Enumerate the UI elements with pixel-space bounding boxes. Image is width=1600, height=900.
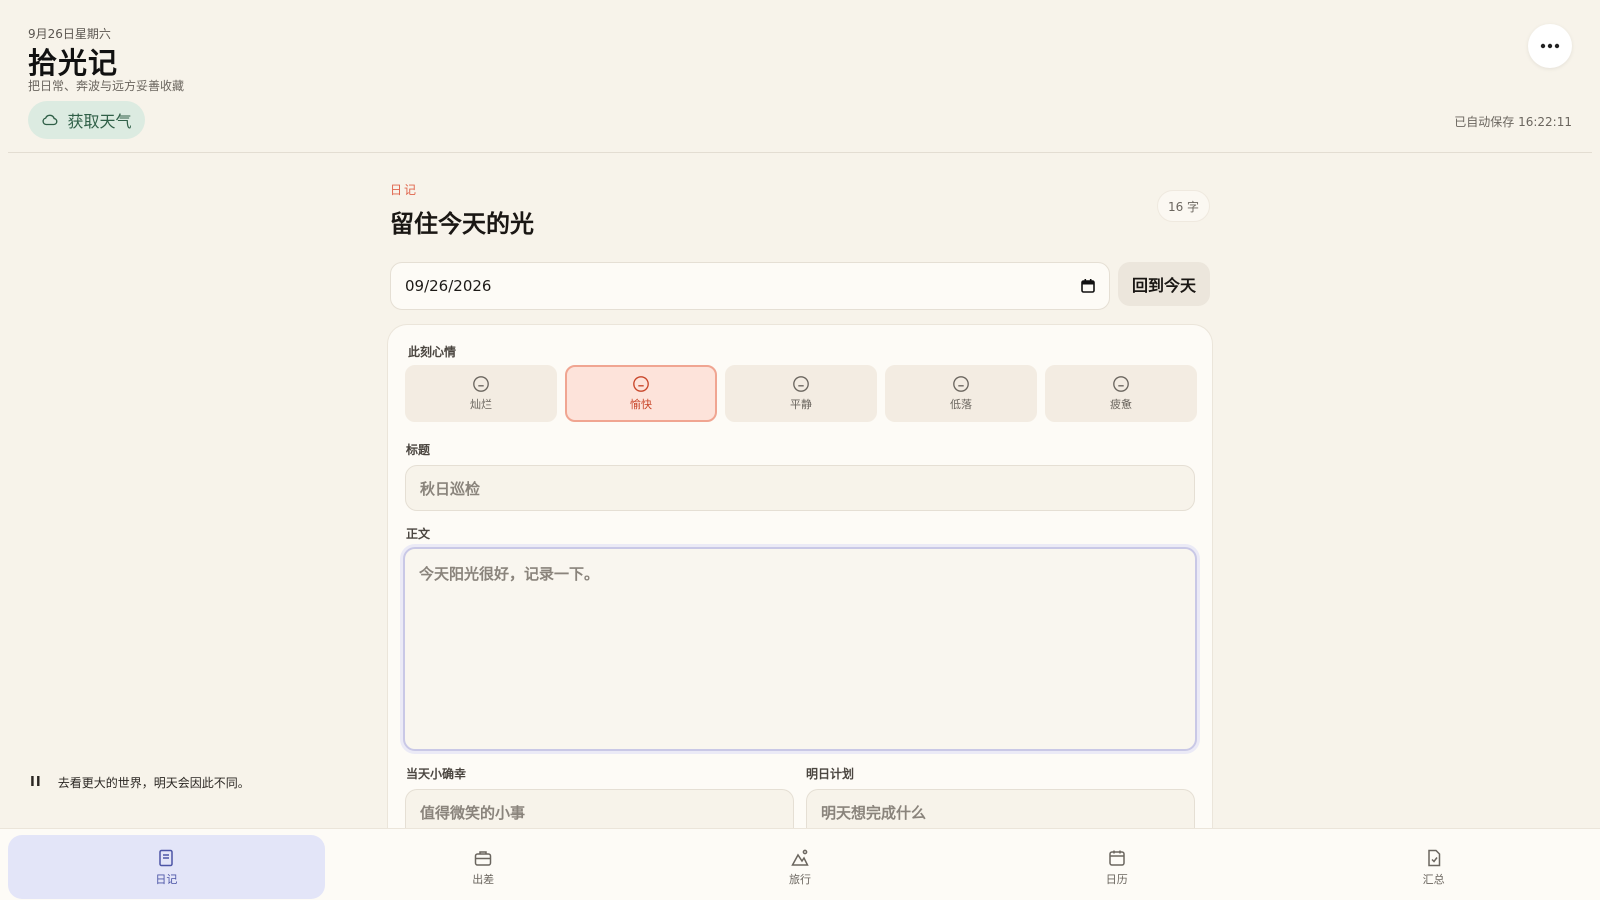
title-input[interactable]: 秋日巡检 bbox=[405, 465, 1195, 511]
mood-label-text: 低落 bbox=[950, 398, 972, 411]
neutral-face-icon bbox=[1113, 376, 1129, 392]
small-joy-label: 当天小确幸 bbox=[406, 767, 467, 781]
mood-option-brilliant[interactable]: 灿烂 bbox=[405, 365, 557, 422]
header-divider bbox=[8, 152, 1592, 153]
entry-card: 此刻心情 灿烂 愉快 平静 低落 疲惫 标题 秋日巡检 正文 今天阳光很好，记录… bbox=[387, 324, 1213, 854]
cloud-icon bbox=[42, 114, 58, 126]
mood-option-tired[interactable]: 疲惫 bbox=[1045, 365, 1197, 422]
section-eyebrow: 日记 bbox=[390, 183, 419, 197]
mood-option-happy[interactable]: 愉快 bbox=[565, 365, 717, 422]
nav-label: 日历 bbox=[1105, 872, 1128, 886]
nav-item-diary[interactable]: 日记 bbox=[8, 835, 325, 899]
app-title: 拾光记 bbox=[28, 46, 119, 80]
nav-label: 汇总 bbox=[1422, 872, 1445, 886]
back-to-today-button[interactable]: 回到今天 bbox=[1118, 262, 1210, 306]
body-textarea[interactable]: 今天阳光很好，记录一下。 bbox=[403, 547, 1197, 751]
get-weather-button[interactable]: 获取天气 bbox=[28, 101, 145, 139]
mountain-icon bbox=[791, 849, 809, 866]
nav-item-business-trip[interactable]: 出差 bbox=[325, 835, 642, 899]
autosave-status: 已自动保存 16:22:11 bbox=[1454, 115, 1572, 129]
nav-label: 日记 bbox=[155, 872, 178, 886]
bottom-nav: 日记 出差 旅行 日历 汇总 bbox=[0, 828, 1600, 900]
quote-bar: II 去看更大的世界，明天会因此不同。 bbox=[30, 774, 250, 791]
body-label: 正文 bbox=[406, 527, 431, 541]
title-label: 标题 bbox=[406, 443, 431, 457]
more-menu-button[interactable] bbox=[1528, 24, 1572, 68]
nav-item-calendar[interactable]: 日历 bbox=[958, 835, 1275, 899]
more-icon bbox=[1540, 43, 1560, 49]
page-title: 留住今天的光 bbox=[390, 210, 534, 238]
nav-label: 旅行 bbox=[788, 872, 811, 886]
word-count-badge: 16 字 bbox=[1157, 190, 1210, 222]
quote-text: 去看更大的世界，明天会因此不同。 bbox=[57, 776, 250, 790]
date-picker-input[interactable]: 09/26/2026 bbox=[390, 262, 1110, 310]
neutral-face-icon bbox=[953, 376, 969, 392]
summary-icon bbox=[1427, 849, 1440, 866]
mood-option-down[interactable]: 低落 bbox=[885, 365, 1037, 422]
neutral-face-icon bbox=[473, 376, 489, 392]
diary-icon bbox=[159, 849, 174, 866]
mood-label: 此刻心情 bbox=[408, 345, 457, 359]
date-value: 09/26/2026 bbox=[405, 277, 492, 295]
app-subtitle: 把日常、奔波与远方妥善收藏 bbox=[28, 79, 185, 93]
get-weather-label: 获取天气 bbox=[67, 112, 132, 131]
neutral-face-icon bbox=[793, 376, 809, 392]
nav-label: 出差 bbox=[472, 872, 495, 886]
app-header: 9月26日星期六 拾光记 把日常、奔波与远方妥善收藏 获取天气 已自动保存 16… bbox=[0, 0, 1600, 154]
briefcase-icon bbox=[474, 850, 492, 866]
mood-label-text: 平静 bbox=[790, 398, 812, 411]
mood-label-text: 灿烂 bbox=[470, 398, 492, 411]
tomorrow-plan-label: 明日计划 bbox=[806, 767, 855, 781]
nav-item-summary[interactable]: 汇总 bbox=[1275, 835, 1592, 899]
mood-selector: 灿烂 愉快 平静 低落 疲惫 bbox=[405, 365, 1197, 422]
mood-label-text: 疲惫 bbox=[1110, 398, 1132, 411]
mood-option-calm[interactable]: 平静 bbox=[725, 365, 877, 422]
nav-item-travel[interactable]: 旅行 bbox=[642, 835, 959, 899]
mood-label-text: 愉快 bbox=[630, 398, 652, 411]
pause-icon[interactable]: II bbox=[30, 775, 42, 790]
calendar-icon bbox=[1109, 850, 1125, 866]
neutral-face-icon bbox=[633, 376, 649, 392]
calendar-picker-icon[interactable] bbox=[1081, 279, 1095, 293]
